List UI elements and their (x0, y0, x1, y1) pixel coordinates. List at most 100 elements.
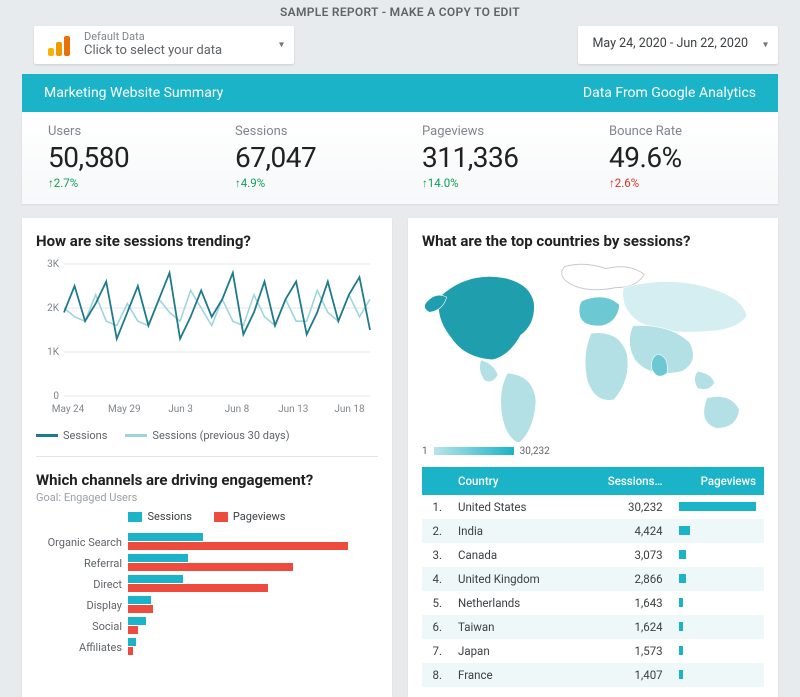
svg-text:May 24: May 24 (52, 404, 85, 415)
chevron-down-icon: ▾ (763, 39, 768, 50)
channels-title: Which channels are driving engagement? (36, 471, 378, 489)
countries-table: CountrySessions…Pageviews 1. United Stat… (422, 467, 764, 687)
channel-sessions-bar (128, 596, 151, 604)
table-row[interactable]: 2. India 4,424 (422, 519, 764, 543)
channels-chart[interactable]: Organic Search Referral Direct Display S… (36, 533, 378, 656)
kpi-card[interactable]: Bounce Rate 49.6% 2.6% (587, 124, 774, 190)
svg-text:2K: 2K (47, 303, 60, 314)
kpi-delta: 4.9% (235, 176, 378, 190)
table-header[interactable] (422, 467, 450, 495)
trend-chart[interactable]: 01K2K3KMay 24May 29Jun 3Jun 8Jun 13Jun 1… (36, 258, 378, 423)
channel-row: Display (36, 596, 378, 614)
channel-pageviews-bar (128, 563, 293, 571)
svg-text:3K: 3K (47, 259, 60, 270)
country-name: Netherlands (450, 591, 578, 615)
report-title: Marketing Website Summary (44, 85, 223, 101)
country-name: Taiwan (450, 615, 578, 639)
svg-text:0: 0 (53, 391, 59, 402)
chevron-down-icon: ▾ (279, 39, 284, 50)
report-source: Data From Google Analytics (583, 85, 756, 101)
channel-sessions-bar (128, 554, 188, 562)
country-name: India (450, 519, 578, 543)
datasource-default-label: Default Data (84, 31, 222, 44)
left-column: How are site sessions trending? 0 1K 2K 3K M… (22, 218, 392, 697)
table-header[interactable]: Pageviews (671, 467, 764, 495)
country-pv-bar (671, 639, 764, 663)
kpi-label: Pageviews (422, 124, 565, 139)
kpi-row: Users 50,580 2.7%Sessions 67,047 4.9%Pag… (22, 112, 778, 204)
table-row[interactable]: 5. Netherlands 1,643 (422, 591, 764, 615)
svg-text:1K: 1K (47, 347, 60, 358)
table-row[interactable]: 4. United Kingdom 2,866 (422, 567, 764, 591)
country-name: Canada (450, 543, 578, 567)
country-pv-bar (671, 543, 764, 567)
channel-row: Organic Search (36, 533, 378, 551)
channel-pageviews-bar (128, 584, 268, 592)
country-sessions: 1,624 (578, 615, 671, 639)
country-name: France (450, 663, 578, 687)
table-row[interactable]: 8. France 1,407 (422, 663, 764, 687)
date-range-picker[interactable]: May 24, 2020 - Jun 22, 2020 ▾ (578, 26, 778, 64)
channels-legend: Sessions Pageviews (36, 510, 378, 523)
channel-row: Referral (36, 554, 378, 572)
channel-pageviews-bar (128, 626, 138, 634)
country-pv-bar (671, 615, 764, 639)
kpi-value: 67,047 (235, 141, 378, 174)
table-row[interactable]: 7. Japan 1,573 (422, 639, 764, 663)
right-column: What are the top countries by sessions? … (408, 218, 778, 697)
channel-row: Social (36, 617, 378, 635)
channel-label: Referral (36, 554, 128, 570)
country-sessions: 2,866 (578, 567, 671, 591)
table-header[interactable]: Country (450, 467, 578, 495)
analytics-icon (48, 34, 74, 56)
channel-label: Social (36, 617, 128, 633)
svg-text:Jun 13: Jun 13 (278, 404, 308, 415)
country-pv-bar (671, 663, 764, 687)
country-sessions: 1,407 (578, 663, 671, 687)
map-title: What are the top countries by sessions? (422, 232, 764, 250)
channels-subtitle: Goal: Engaged Users (36, 491, 378, 504)
channel-sessions-bar (128, 533, 203, 541)
sample-report-banner: SAMPLE REPORT - MAKE A COPY TO EDIT (0, 0, 800, 26)
channel-pageviews-bar (128, 647, 133, 655)
world-map[interactable] (422, 252, 764, 442)
kpi-delta: 2.7% (48, 176, 191, 190)
kpi-label: Sessions (235, 124, 378, 139)
kpi-value: 49.6% (609, 141, 752, 174)
country-sessions: 1,643 (578, 591, 671, 615)
svg-text:Jun 3: Jun 3 (168, 404, 193, 415)
country-pv-bar (671, 567, 764, 591)
country-sessions: 1,573 (578, 639, 671, 663)
kpi-delta: 2.6% (609, 176, 752, 190)
kpi-card[interactable]: Pageviews 311,336 14.0% (400, 124, 587, 190)
trend-title: How are site sessions trending? (36, 232, 378, 250)
table-row[interactable]: 6. Taiwan 1,624 (422, 615, 764, 639)
kpi-delta: 14.0% (422, 176, 565, 190)
kpi-value: 311,336 (422, 141, 565, 174)
country-pv-bar (671, 495, 764, 519)
svg-text:Jun 8: Jun 8 (225, 404, 250, 415)
channel-sessions-bar (128, 575, 183, 583)
channel-sessions-bar (128, 638, 136, 646)
table-row[interactable]: 1. United States 30,232 (422, 495, 764, 519)
kpi-card[interactable]: Users 50,580 2.7% (26, 124, 213, 190)
kpi-value: 50,580 (48, 141, 191, 174)
datasource-selector[interactable]: Default Data Click to select your data ▾ (34, 26, 294, 64)
trend-legend: Sessions Sessions (previous 30 days) (36, 429, 378, 442)
topbar: Default Data Click to select your data ▾… (0, 26, 800, 74)
kpi-label: Bounce Rate (609, 124, 752, 139)
kpi-label: Users (48, 124, 191, 139)
channel-label: Direct (36, 575, 128, 591)
kpi-card[interactable]: Sessions 67,047 4.9% (213, 124, 400, 190)
channel-label: Organic Search (36, 533, 128, 549)
channel-row: Affiliates (36, 638, 378, 656)
table-header[interactable]: Sessions… (578, 467, 671, 495)
country-sessions: 30,232 (578, 495, 671, 519)
table-row[interactable]: 3. Canada 3,073 (422, 543, 764, 567)
country-name: United States (450, 495, 578, 519)
svg-text:Jun 18: Jun 18 (334, 404, 365, 415)
channel-sessions-bar (128, 617, 146, 625)
country-pv-bar (671, 519, 764, 543)
title-bar: Marketing Website Summary Data From Goog… (22, 74, 778, 112)
channel-row: Direct (36, 575, 378, 593)
